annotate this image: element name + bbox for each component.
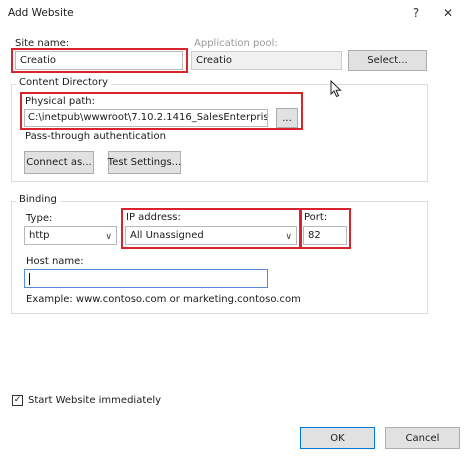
ok-button[interactable]: OK [300, 427, 375, 449]
app-pool-label: Application pool: [194, 38, 278, 49]
mouse-pointer-icon [330, 80, 342, 98]
port-label: Port: [304, 212, 328, 223]
chevron-down-icon: ∨ [105, 232, 112, 242]
type-select-value: http [29, 230, 50, 241]
test-settings-button[interactable]: Test Settings... [108, 151, 181, 174]
select-app-pool-button[interactable]: Select... [348, 50, 427, 71]
ip-address-select[interactable]: All Unassigned ∨ [125, 226, 297, 245]
cancel-button[interactable]: Cancel [385, 427, 460, 449]
title-bar: Add Website ? ✕ [0, 0, 474, 26]
chevron-down-icon: ∨ [285, 232, 292, 242]
browse-button[interactable]: ... [276, 108, 298, 128]
pass-through-label: Pass-through authentication [25, 131, 166, 142]
type-label: Type: [26, 213, 53, 224]
host-name-input[interactable] [24, 269, 268, 288]
text-caret [29, 273, 30, 285]
physical-path-label: Physical path: [25, 96, 95, 107]
connect-as-button[interactable]: Connect as... [24, 151, 94, 174]
content-directory-legend: Content Directory [16, 77, 112, 88]
port-input[interactable]: 82 [303, 226, 347, 245]
site-name-input[interactable]: Creatio [15, 51, 183, 70]
host-name-label: Host name: [26, 256, 84, 267]
checkmark-icon: ✓ [13, 395, 22, 405]
binding-legend: Binding [16, 194, 60, 205]
ip-address-value: All Unassigned [130, 230, 204, 241]
host-name-example: Example: www.contoso.com or marketing.co… [26, 294, 301, 305]
window-title: Add Website [8, 7, 74, 19]
type-select[interactable]: http ∨ [24, 226, 117, 245]
close-icon: ✕ [442, 6, 454, 20]
start-immediately-checkbox[interactable]: ✓ [12, 395, 23, 406]
ip-address-label: IP address: [126, 212, 181, 223]
help-button[interactable]: ? [403, 2, 429, 24]
close-button[interactable]: ✕ [435, 2, 461, 24]
start-immediately-label: Start Website immediately [28, 395, 162, 406]
help-icon: ? [412, 6, 420, 20]
physical-path-input[interactable]: C:\inetpub\wwwroot\7.10.2.1416_SalesEnte… [24, 109, 268, 127]
app-pool-field: Creatio [191, 51, 342, 70]
